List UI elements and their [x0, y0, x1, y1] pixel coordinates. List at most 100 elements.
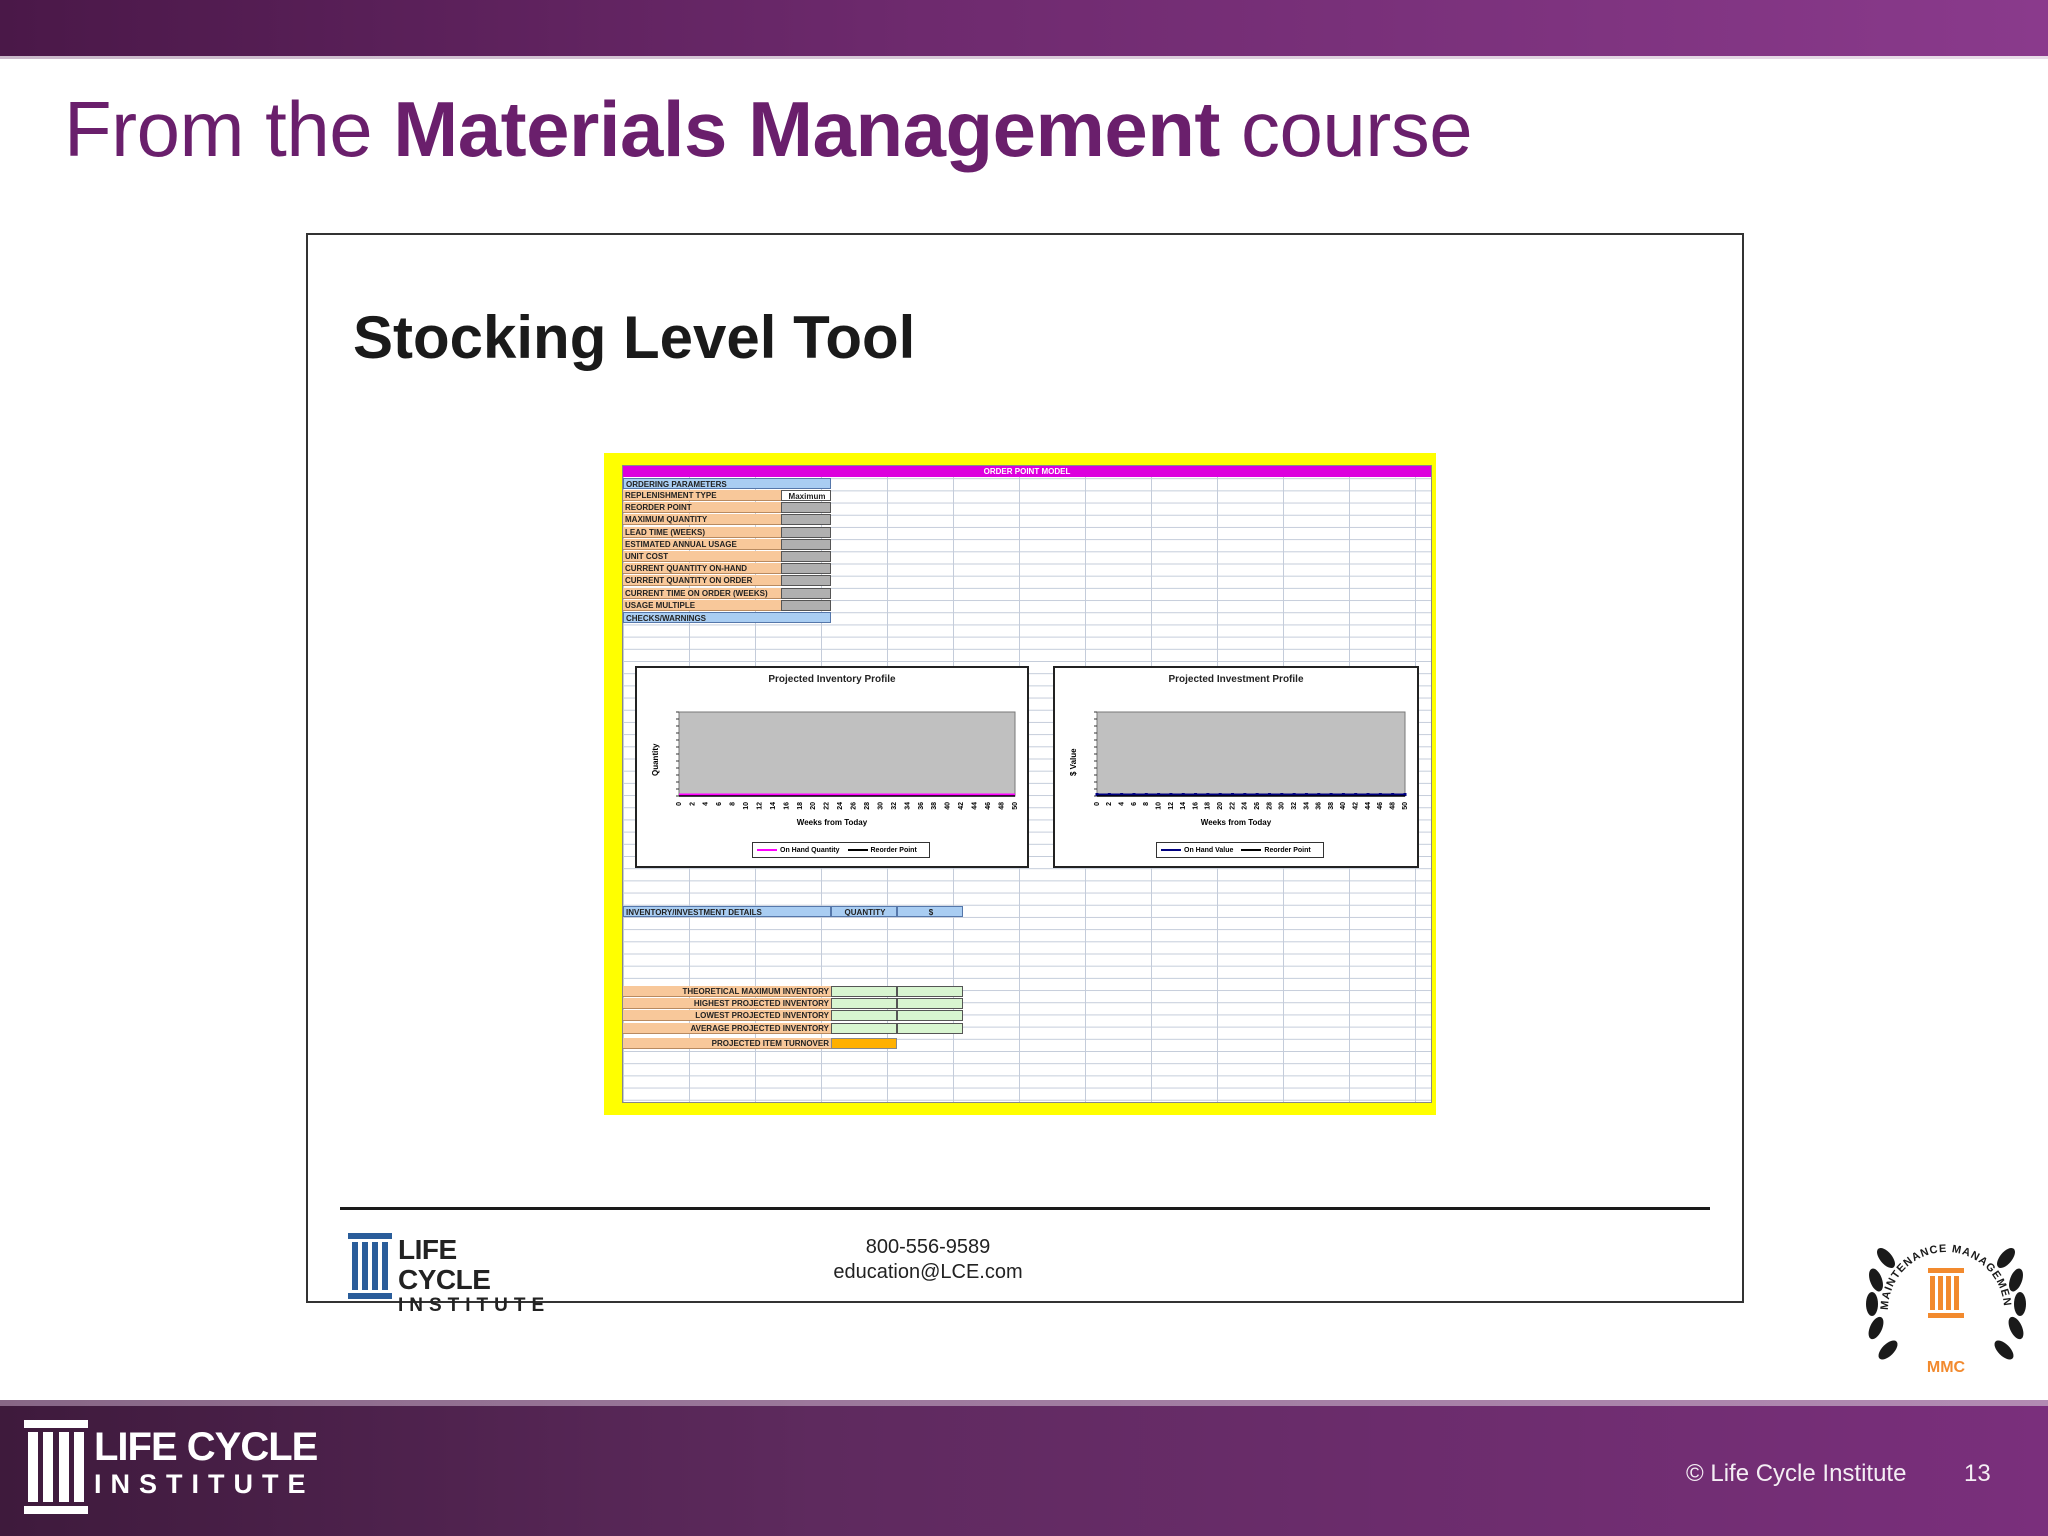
details-label: INVENTORY/INVESTMENT DETAILS — [623, 906, 831, 917]
chart-plot: 0 2 4 6 8 10 12 14 16 18 20 22 24 26 28 30 32 34 36 38 40 42 4… — [676, 711, 1019, 810]
x-tick-label: 14 — [770, 802, 777, 810]
summary-dollar-cell — [897, 1022, 963, 1034]
parameter-label: REORDER POINT — [623, 502, 781, 514]
footer-divider — [340, 1207, 1710, 1210]
page-number: 13 — [1964, 1460, 1991, 1487]
parameter-label: LEAD TIME (WEEKS) — [623, 526, 781, 538]
y-axis-label: Quantity — [651, 743, 660, 776]
x-tick-label: 32 — [1291, 802, 1298, 810]
x-tick-label: 46 — [985, 802, 992, 810]
x-tick-label: 6 — [1131, 802, 1138, 806]
x-tick-label: 8 — [730, 802, 737, 806]
x-tick-label: 26 — [851, 802, 858, 810]
x-tick-label: 6 — [716, 802, 723, 806]
x-tick-label: 0 — [676, 802, 683, 806]
contact-phone: 800-556-9589 — [865, 1236, 991, 1258]
x-tick-label: 38 — [1328, 802, 1335, 810]
seal-badge: MMC — [1927, 1359, 1966, 1376]
x-tick-label: 2 — [689, 802, 696, 806]
sheet-header: ORDER POINT MODEL — [623, 466, 1431, 477]
frame-title: Stocking Level Tool — [353, 304, 916, 371]
spreadsheet: ORDER POINT MODEL ORDERING PARAMETERS RE… — [604, 453, 1436, 1115]
chart-plot: 0 2 4 6 8 10 12 14 16 18 20 22 24 26 28 30 32 34 36 38 40 42 4… — [1094, 711, 1409, 810]
parameter-label: CURRENT QUANTITY ON-HAND — [623, 563, 781, 575]
ordering-section-label: ORDERING PARAMETERS — [623, 478, 831, 489]
x-tick-label: 4 — [703, 802, 710, 806]
summary-quantity-cell — [831, 998, 897, 1010]
x-tick-label: 24 — [1242, 802, 1249, 810]
x-tick-label: 22 — [824, 802, 831, 810]
summary-row-label: THEORETICAL MAXIMUM INVENTORY — [623, 986, 831, 997]
summary-quantity-cell — [831, 1022, 897, 1034]
parameter-value[interactable] — [781, 575, 831, 587]
title-bold: Materials Management — [393, 85, 1220, 173]
x-tick-label: 0 — [1094, 802, 1101, 806]
investment-chart: Projected Investment Profile 0 2 4 6 8 10 12 14 1… — [1053, 666, 1419, 868]
footer-logo-line2: INSTITUTE — [94, 1469, 315, 1499]
frame-logo-line2: INSTITUTE — [398, 1295, 551, 1316]
summary-row-label: AVERAGE PROJECTED INVENTORY — [623, 1022, 831, 1034]
x-tick-label: 46 — [1377, 802, 1384, 810]
parameter-value[interactable] — [781, 551, 831, 562]
summary-row-label: HIGHEST PROJECTED INVENTORY — [623, 998, 831, 1010]
summary-row-label: LOWEST PROJECTED INVENTORY — [623, 1010, 831, 1022]
x-tick-label: 10 — [1155, 802, 1162, 810]
svg-text:MAINTENANCE MANAGEMENT CERTIFI: MAINTENANCE MANAGEMENT CERTIFICATION — [1858, 1218, 2013, 1310]
details-col-dollar: $ — [897, 906, 963, 917]
parameter-value[interactable] — [781, 587, 831, 599]
legend-swatch — [757, 849, 777, 852]
x-tick-label: 8 — [1143, 802, 1150, 806]
plot-area — [1096, 711, 1406, 797]
pillar-icon — [348, 1233, 392, 1299]
x-tick-label: 28 — [864, 802, 871, 810]
parameter-value[interactable] — [781, 526, 831, 538]
parameter-value[interactable] — [781, 538, 831, 550]
frame-logo-line1: LIFE CYCLE — [398, 1234, 491, 1295]
contact-email: education@LCE.com — [833, 1261, 1023, 1283]
x-tick-label: 42 — [958, 802, 965, 810]
x-tick-label: 30 — [877, 802, 884, 810]
parameter-value[interactable] — [781, 502, 831, 514]
x-tick-label: 42 — [1353, 802, 1360, 810]
x-tick-label: 12 — [1168, 802, 1175, 810]
contact-block: 800-556-9589 education@LCE.com — [748, 1235, 1108, 1285]
x-tick-label: 40 — [945, 802, 952, 810]
parameter-label: ESTIMATED ANNUAL USAGE — [623, 538, 781, 550]
x-tick-label: 28 — [1266, 802, 1273, 810]
y-axis-label: $ Value — [1069, 748, 1078, 776]
x-tick-label: 50 — [1402, 802, 1409, 810]
parameter-label: CURRENT TIME ON ORDER (WEEKS) — [623, 587, 781, 599]
x-tick-label: 36 — [1316, 802, 1323, 810]
summary-quantity-cell — [831, 1010, 897, 1022]
parameter-value[interactable]: Maximum — [781, 490, 831, 501]
title-suffix: course — [1219, 85, 1473, 173]
parameter-value[interactable] — [781, 563, 831, 575]
x-tick-label: 20 — [810, 802, 817, 810]
legend-label: On Hand Quantity — [780, 847, 840, 854]
x-tick-label: 2 — [1106, 802, 1113, 806]
top-banner — [0, 0, 2048, 59]
seal-pillar-icon — [1928, 1268, 1964, 1318]
slide-title: From the Materials Management course — [64, 84, 1473, 175]
x-axis-label: Weeks from Today — [1200, 818, 1272, 827]
footer-logo-line1: LIFE CYCLE — [94, 1425, 318, 1469]
x-tick-label: 20 — [1217, 802, 1224, 810]
parameter-label: REPLENISHMENT TYPE — [623, 490, 781, 501]
legend-label: Reorder Point — [1264, 847, 1311, 854]
parameter-label: USAGE MULTIPLE — [623, 599, 781, 611]
screenshot-frame: Stocking Level Tool ORDER POINT MODEL OR… — [306, 233, 1744, 1316]
summary-quantity-cell — [831, 986, 897, 997]
x-tick-label: 36 — [918, 802, 925, 810]
checks-label: CHECKS/WARNINGS — [623, 612, 831, 623]
parameter-value[interactable] — [781, 514, 831, 526]
legend-label: On Hand Value — [1184, 847, 1234, 854]
x-tick-label: 10 — [743, 802, 750, 810]
x-tick-label: 4 — [1118, 802, 1125, 806]
x-tick-label: 22 — [1229, 802, 1236, 810]
summary-dollar-cell — [897, 986, 963, 997]
footer-pillar-icon — [24, 1420, 88, 1514]
parameter-value[interactable] — [781, 599, 831, 611]
legend-label: Reorder Point — [870, 847, 917, 854]
x-tick-label: 24 — [837, 802, 844, 810]
certification-seal: MAINTENANCE MANAGEMENT CERTIFICATION MMC — [1858, 1218, 2026, 1376]
